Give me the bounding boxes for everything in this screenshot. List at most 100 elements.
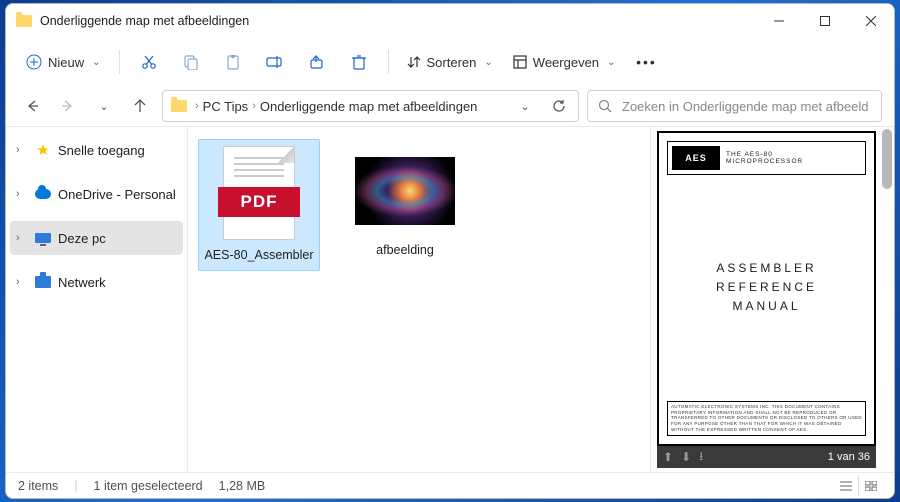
status-selected: 1 item geselecteerd — [94, 479, 203, 493]
file-item-pdf[interactable]: PDF AES-80_Assembler — [198, 139, 320, 271]
close-button[interactable] — [848, 4, 894, 38]
file-label: afbeelding — [376, 243, 434, 257]
recent-button[interactable]: ⌄ — [90, 92, 118, 120]
breadcrumb-segment[interactable]: Onderliggende map met afbeeldingen — [260, 99, 478, 114]
arrow-right-icon — [61, 99, 75, 113]
sidebar-item-label: Snelle toegang — [58, 143, 145, 158]
cut-button[interactable] — [130, 45, 168, 79]
sidebar-item-onedrive[interactable]: › OneDrive - Personal — [6, 177, 187, 211]
thumbnails-view-button[interactable] — [858, 476, 882, 496]
preview-subtitle: MICROPROCESSOR — [726, 158, 803, 165]
cut-icon — [141, 54, 157, 70]
breadcrumb-segment[interactable]: PC Tips — [203, 99, 249, 114]
back-button[interactable] — [18, 92, 46, 120]
list-icon — [840, 481, 852, 491]
chevron-right-icon: › — [16, 276, 28, 288]
minimize-button[interactable] — [756, 4, 802, 38]
status-bar: 2 items | 1 item geselecteerd 1,28 MB — [6, 472, 894, 498]
share-button[interactable] — [298, 45, 336, 79]
preview-title-line: MANUAL — [732, 297, 800, 316]
file-list[interactable]: PDF AES-80_Assembler afbeelding — [188, 127, 650, 472]
cloud-icon — [34, 185, 52, 203]
forward-button[interactable] — [54, 92, 82, 120]
sort-icon — [407, 55, 421, 69]
window-title: Onderliggende map met afbeeldingen — [40, 14, 249, 28]
preview-toolbar: ⬆ ⬇ ⭳ 1 van 36 — [657, 446, 876, 468]
address-bar[interactable]: › PC Tips › Onderliggende map met afbeel… — [162, 90, 579, 122]
nav-sidebar: › ★ Snelle toegang › OneDrive - Personal… — [6, 127, 188, 472]
sort-button[interactable]: Sorteren ⌄ — [399, 45, 501, 79]
sidebar-item-network[interactable]: › Netwerk — [6, 265, 187, 299]
toolbar: Nieuw ⌄ Sorteren ⌄ Weergeven — [6, 38, 894, 86]
monitor-icon — [34, 229, 52, 247]
preview-title: ASSEMBLER REFERENCE MANUAL — [667, 175, 866, 401]
address-dropdown-button[interactable]: ⌄ — [510, 92, 540, 120]
sort-label: Sorteren — [427, 55, 477, 70]
chevron-down-icon: ⌄ — [607, 57, 615, 68]
copy-button[interactable] — [172, 45, 210, 79]
copy-icon — [183, 54, 199, 70]
refresh-button[interactable] — [544, 92, 574, 120]
preview-page[interactable]: AES THE AES-80 MICROPROCESSOR ASSEMBLER … — [657, 131, 876, 446]
titlebar: Onderliggende map met afbeeldingen — [6, 4, 894, 38]
sidebar-item-label: OneDrive - Personal — [58, 187, 176, 202]
paste-button[interactable] — [214, 45, 252, 79]
more-icon: ••• — [636, 54, 657, 70]
view-icon — [513, 55, 527, 69]
chevron-right-icon: › — [16, 232, 28, 244]
up-button[interactable] — [126, 92, 154, 120]
nav-row: ⌄ › PC Tips › Onderliggende map met afbe… — [6, 86, 894, 126]
sidebar-item-label: Netwerk — [58, 275, 106, 290]
grid-icon — [865, 481, 877, 491]
pdf-badge: PDF — [218, 187, 300, 217]
refresh-icon — [552, 99, 566, 113]
separator — [119, 50, 120, 74]
folder-icon — [171, 100, 187, 112]
chevron-right-icon: › — [16, 144, 28, 156]
arrow-left-icon — [25, 99, 39, 113]
chevron-down-icon: ⌄ — [484, 57, 492, 68]
add-circle-icon — [26, 54, 42, 70]
star-icon: ★ — [34, 141, 52, 159]
rename-button[interactable] — [256, 45, 294, 79]
sidebar-item-quick-access[interactable]: › ★ Snelle toegang — [6, 133, 187, 167]
chevron-right-icon: › — [16, 188, 28, 200]
new-label: Nieuw — [48, 55, 84, 70]
preview-scrollbar[interactable] — [882, 129, 892, 189]
view-button[interactable]: Weergeven ⌄ — [505, 45, 624, 79]
rename-icon — [266, 54, 284, 70]
new-button[interactable]: Nieuw ⌄ — [18, 45, 109, 79]
pdf-thumbnail: PDF — [223, 146, 295, 240]
image-thumbnail — [355, 157, 455, 225]
save-icon[interactable]: ⭳ — [699, 447, 703, 468]
maximize-button[interactable] — [802, 4, 848, 38]
preview-subtitle: THE AES-80 — [726, 151, 803, 158]
file-item-image[interactable]: afbeelding — [344, 139, 466, 265]
arrow-up-icon — [133, 99, 147, 113]
sidebar-item-label: Deze pc — [58, 231, 106, 246]
chevron-down-icon: ⌄ — [92, 57, 100, 68]
more-button[interactable]: ••• — [627, 45, 665, 79]
search-input[interactable] — [620, 98, 871, 115]
status-size: 1,28 MB — [219, 479, 266, 493]
arrow-up-circle-icon[interactable]: ⬆ — [663, 450, 673, 464]
search-icon — [598, 99, 612, 113]
page-indicator: 1 van 36 — [828, 451, 870, 463]
file-label: AES-80_Assembler — [204, 248, 313, 262]
search-box[interactable] — [587, 90, 882, 122]
share-icon — [309, 54, 325, 70]
preview-title-line: REFERENCE — [716, 278, 817, 297]
delete-button[interactable] — [340, 45, 378, 79]
details-view-button[interactable] — [834, 476, 858, 496]
preview-pane: AES THE AES-80 MICROPROCESSOR ASSEMBLER … — [650, 127, 894, 472]
main-area: › ★ Snelle toegang › OneDrive - Personal… — [6, 126, 894, 472]
preview-logo: AES — [672, 146, 720, 170]
folder-icon — [16, 15, 32, 27]
arrow-down-circle-icon[interactable]: ⬇ — [681, 450, 691, 464]
view-label: Weergeven — [533, 55, 599, 70]
preview-footer-text: AUTOMATIC ELECTRONIC SYSTEMS INC. THIS D… — [667, 401, 866, 436]
explorer-window: Onderliggende map met afbeeldingen Nieuw… — [5, 3, 895, 499]
sidebar-item-this-pc[interactable]: › Deze pc — [10, 221, 183, 255]
paste-icon — [225, 54, 241, 70]
delete-icon — [352, 54, 366, 70]
